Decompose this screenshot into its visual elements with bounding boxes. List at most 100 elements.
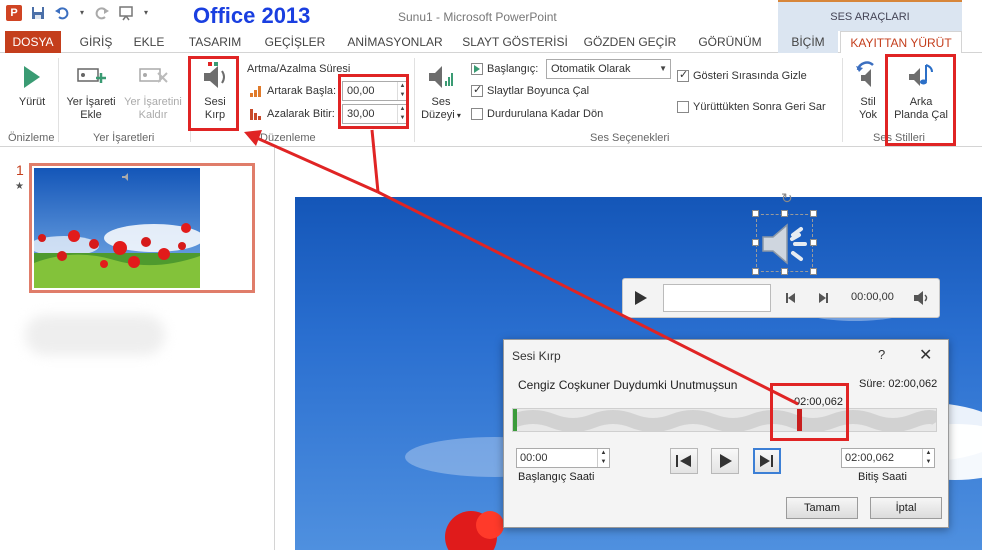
step-forward-icon[interactable] — [817, 292, 829, 304]
slide-thumbnail-image — [34, 168, 200, 288]
audio-tools-context-header: SES ARAÇLARI — [778, 0, 962, 31]
no-style-label-2: Yok — [859, 109, 877, 121]
add-bookmark-icon — [77, 68, 106, 83]
audio-object-selection[interactable] — [756, 214, 813, 272]
slide-thumbnail[interactable] — [29, 163, 255, 293]
tab-format[interactable]: BİÇİM — [778, 31, 838, 53]
annotation-box-fade — [338, 74, 409, 129]
ok-button[interactable]: Tamam — [786, 497, 858, 519]
end-time-label: Bitiş Saati — [858, 471, 907, 483]
chevron-down-icon: ▼ — [659, 64, 667, 73]
no-style-button[interactable]: Stil Yok — [850, 61, 886, 122]
play-preview-button[interactable]: Yürüt — [12, 61, 52, 109]
start-row: Başlangıç: — [471, 59, 538, 79]
rewind-after-playing-checkbox[interactable] — [677, 101, 689, 113]
step-back-icon[interactable] — [785, 292, 797, 304]
no-style-icon — [856, 61, 874, 87]
end-time-spin-arrows-icon[interactable]: ▲ ▼ — [922, 449, 934, 467]
hide-during-show-checkbox[interactable] — [677, 68, 689, 82]
powerpoint-logo-icon[interactable]: P — [6, 5, 22, 21]
volume-button[interactable]: Ses Düzeyi ▾ — [418, 61, 464, 122]
resize-handle[interactable] — [810, 239, 817, 246]
start-icon — [471, 63, 483, 75]
loop-until-stopped-option[interactable]: Durdurulana Kadar Dön — [471, 104, 603, 124]
rotate-handle-icon[interactable]: ↻ — [781, 190, 793, 207]
resize-handle[interactable] — [810, 210, 817, 217]
undo-dropdown-icon[interactable]: ▾ — [78, 5, 86, 21]
fade-in-label: Artarak Başla: — [267, 85, 337, 97]
tab-slideshow[interactable]: SLAYT GÖSTERİSİ — [460, 31, 570, 53]
start-time-spin-arrows-icon[interactable]: ▲ ▼ — [597, 449, 609, 467]
resize-handle[interactable] — [752, 239, 759, 246]
slideshow-start-icon[interactable] — [118, 5, 134, 21]
resize-handle[interactable] — [781, 268, 788, 275]
save-icon[interactable] — [30, 5, 46, 21]
start-dropdown[interactable]: Otomatik Olarak ▼ — [546, 59, 671, 79]
play-dialog-button[interactable] — [711, 448, 739, 474]
end-time-input[interactable]: 02:00,062 ▲ ▼ — [841, 448, 935, 468]
remove-bookmark-icon — [139, 68, 168, 83]
audio-waveform[interactable] — [512, 408, 937, 432]
tab-playback[interactable]: KAYITTAN YÜRÜT — [840, 31, 962, 54]
play-across-slides-label: Slaytlar Boyunca Çal — [487, 85, 590, 97]
resize-handle[interactable] — [752, 268, 759, 275]
fade-in-icon — [250, 86, 261, 97]
annotation-box-background — [885, 54, 956, 146]
tab-home[interactable]: GİRİŞ — [75, 31, 117, 53]
resize-handle[interactable] — [810, 268, 817, 275]
tab-review[interactable]: GÖZDEN GEÇİR — [580, 31, 680, 53]
tab-animations[interactable]: ANİMASYONLAR — [340, 31, 450, 53]
add-bookmark-button[interactable]: Yer İşareti Ekle — [62, 61, 120, 122]
previous-frame-icon — [676, 455, 691, 467]
redo-icon[interactable] — [94, 5, 110, 21]
tab-file[interactable]: DOSYA — [5, 31, 61, 53]
help-icon[interactable]: ? — [878, 347, 885, 362]
play-across-slides-option[interactable]: Slaytlar Boyunca Çal — [471, 81, 589, 101]
volume-icon[interactable] — [913, 290, 931, 306]
rewind-after-playing-option[interactable]: Yürüttükten Sonra Geri Sar — [677, 97, 826, 117]
ribbon-separator — [414, 58, 415, 142]
annotation-box-end-time — [770, 383, 849, 441]
add-bookmark-label-1: Yer İşareti — [66, 96, 116, 108]
tab-view[interactable]: GÖRÜNÜM — [690, 31, 770, 53]
play-across-slides-checkbox[interactable] — [471, 83, 483, 97]
previous-frame-button[interactable] — [670, 448, 698, 474]
fade-out-icon — [250, 109, 261, 120]
resize-handle[interactable] — [781, 210, 788, 217]
start-time-label: Başlangıç Saati — [518, 471, 595, 483]
undo-icon[interactable] — [54, 5, 70, 21]
tab-transitions[interactable]: GEÇİŞLER — [260, 31, 330, 53]
end-time-value: 02:00,062 — [845, 452, 894, 464]
fade-out-row: Azalarak Bitir: — [249, 104, 335, 124]
group-label-preview: Önizleme — [8, 132, 55, 144]
add-bookmark-label-2: Ekle — [80, 109, 102, 121]
loop-until-stopped-checkbox[interactable] — [471, 108, 483, 120]
remove-bookmark-button[interactable]: Yer İşaretini Kaldır — [120, 61, 186, 122]
tab-insert[interactable]: EKLE — [127, 31, 171, 53]
ribbon: Yürüt Önizleme Yer İşareti Ekle Yer İşar… — [0, 53, 982, 147]
volume-label-1: Ses — [431, 96, 451, 108]
close-icon[interactable]: ✕ — [919, 345, 932, 365]
audio-player-bar: 00:00,00 — [622, 278, 940, 318]
ribbon-separator — [58, 58, 59, 142]
trim-audio-dialog: Sesi Kırp ? ✕ Cengiz Coşkuner Duydumki U… — [503, 339, 949, 528]
volume-icon — [429, 66, 453, 88]
customize-qat-icon[interactable]: ▾ — [142, 5, 150, 21]
next-frame-icon — [760, 455, 773, 467]
cancel-button[interactable]: İptal — [870, 497, 942, 519]
resize-handle[interactable] — [752, 210, 759, 217]
hide-during-show-option[interactable]: Gösteri Sırasında Gizle — [677, 66, 807, 86]
tab-design[interactable]: TASARIM — [180, 31, 250, 53]
group-label-bookmarks: Yer İşaretleri — [93, 132, 155, 144]
no-style-label-1: Stil — [860, 96, 876, 108]
play-icon[interactable] — [633, 289, 649, 307]
start-label: Başlangıç: — [487, 63, 539, 75]
start-time-input[interactable]: 00:00 ▲ ▼ — [516, 448, 610, 468]
play-icon — [24, 66, 40, 88]
dialog-title: Sesi Kırp — [512, 349, 561, 363]
slide-number: 1 — [16, 162, 24, 178]
document-title: Sunu1 - Microsoft PowerPoint — [398, 10, 557, 24]
group-label-audio-options: Ses Seçenekleri — [590, 132, 670, 144]
next-frame-button[interactable] — [753, 448, 781, 474]
audio-progress-bar[interactable] — [663, 284, 771, 312]
